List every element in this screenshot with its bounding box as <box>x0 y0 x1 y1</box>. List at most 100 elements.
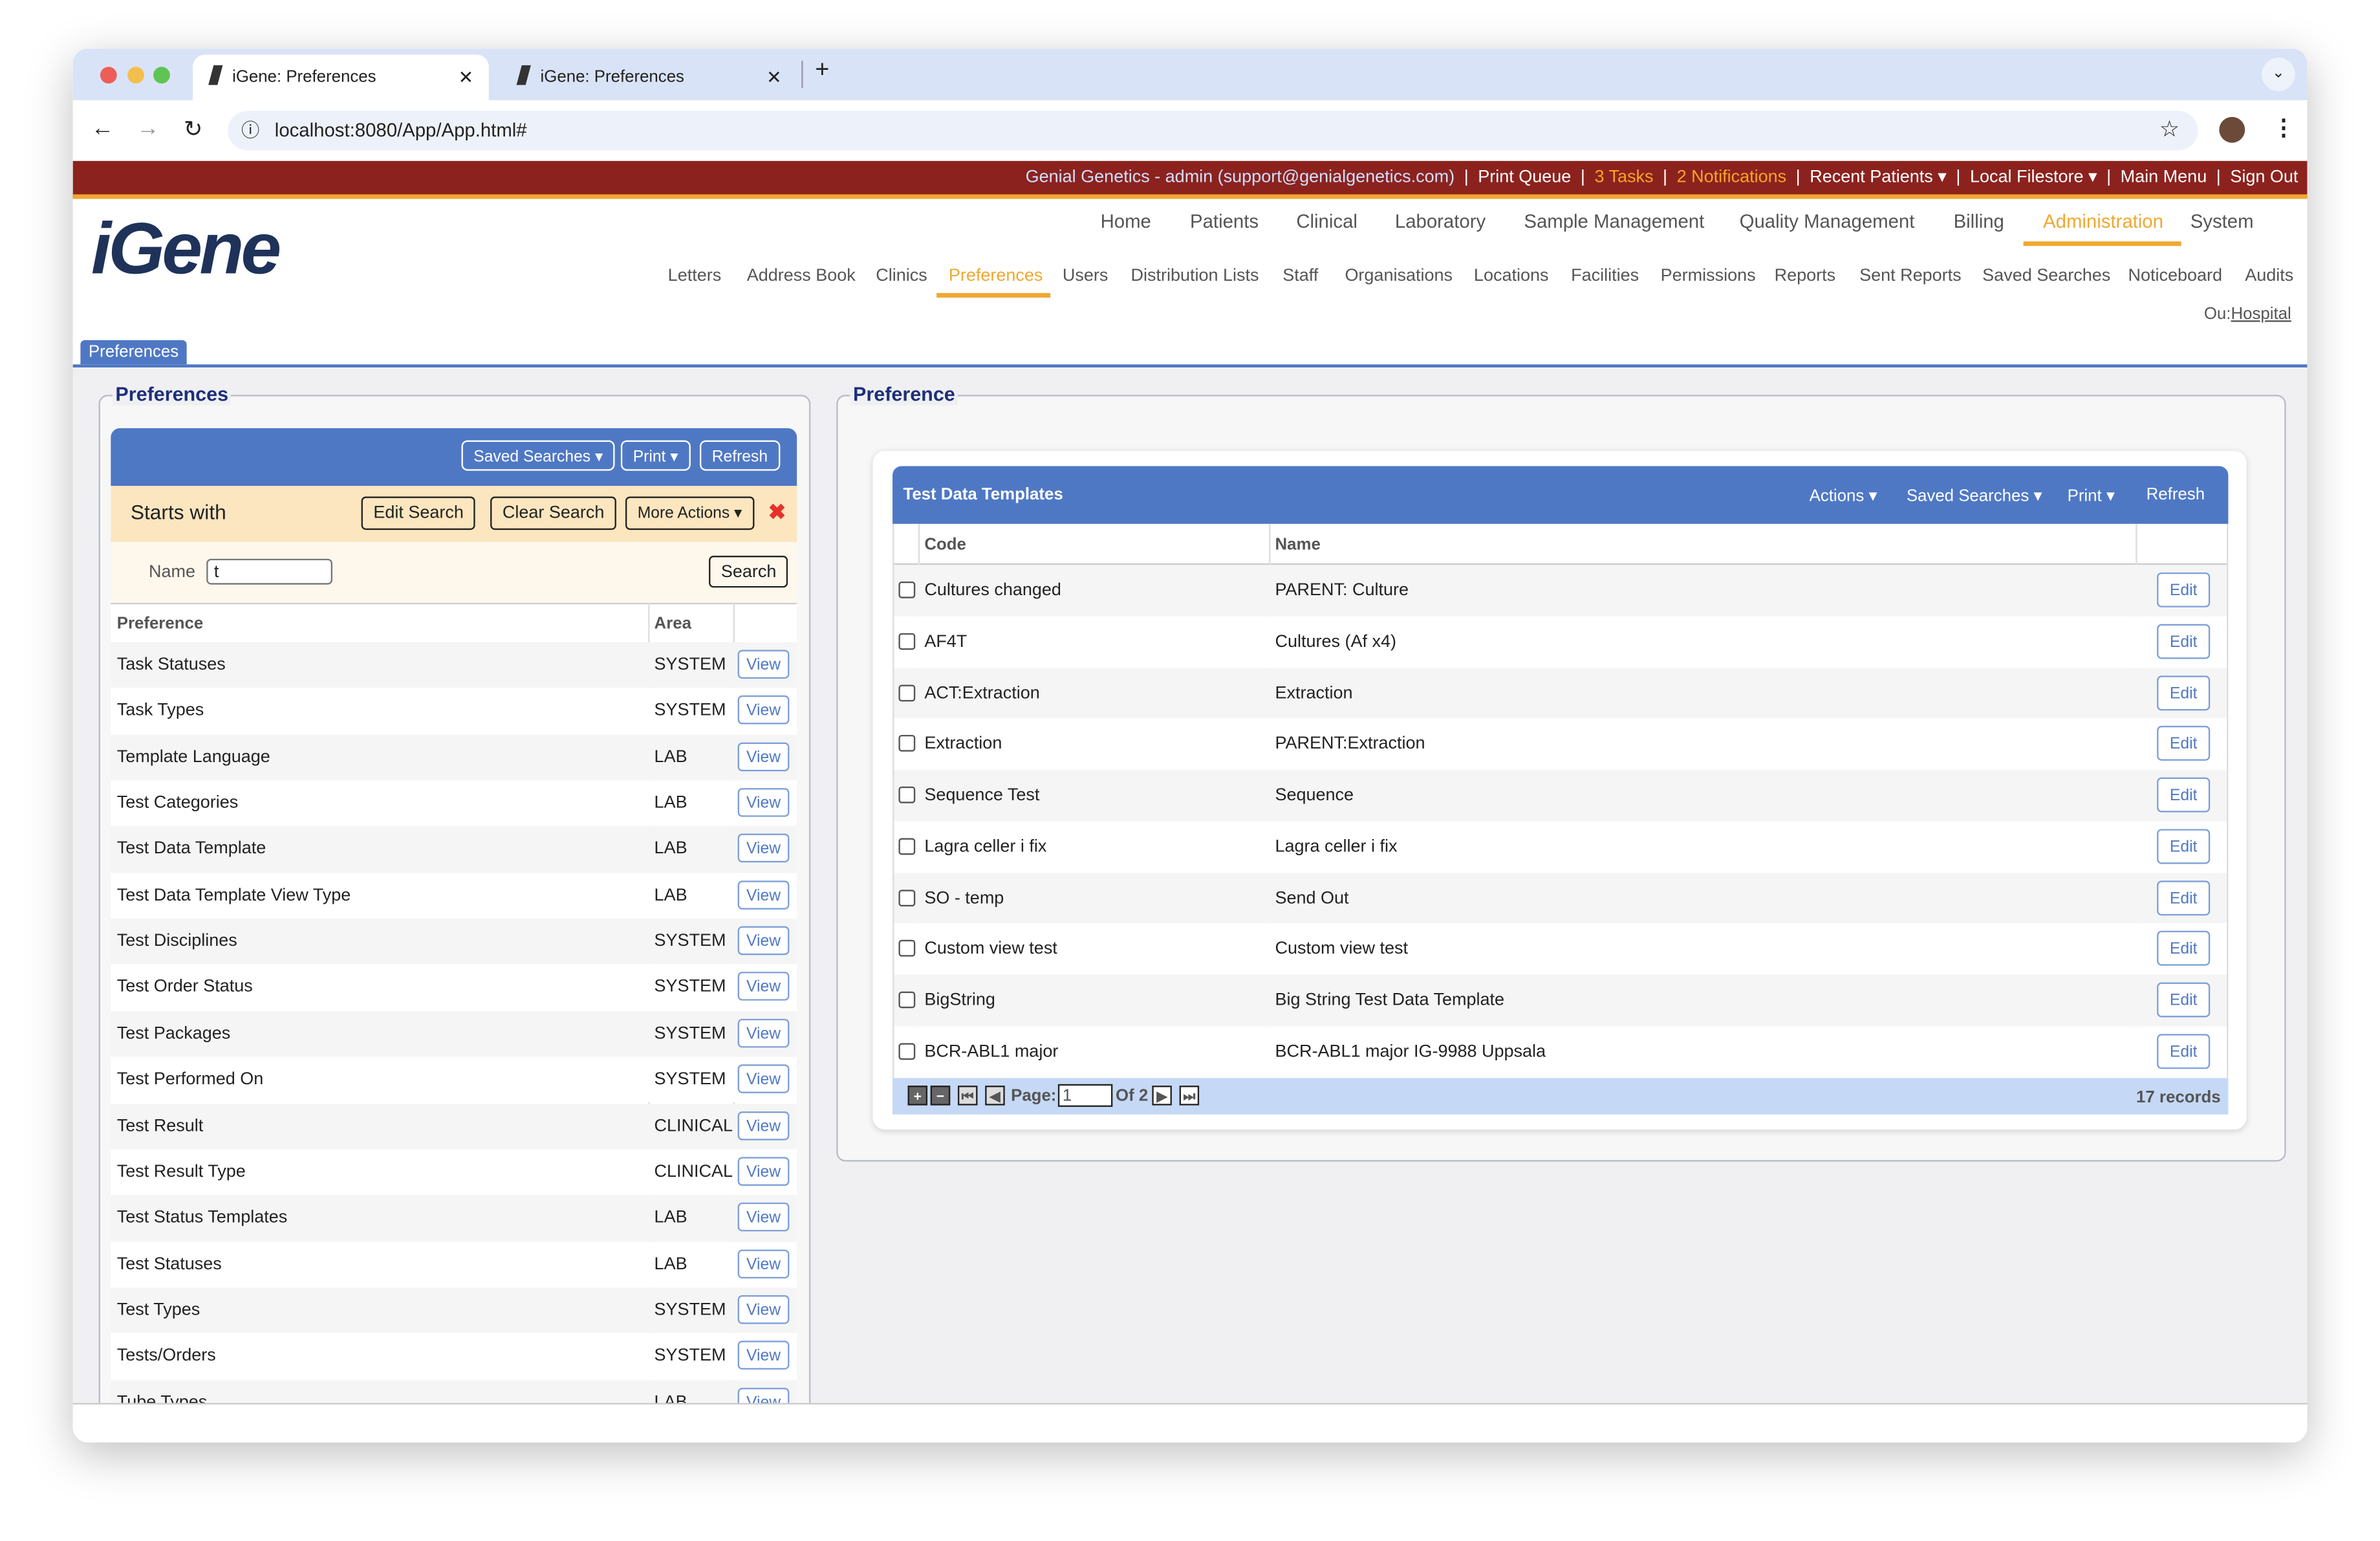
minimize-window-icon[interactable] <box>127 67 144 84</box>
reload-icon[interactable]: ↻ <box>184 115 203 143</box>
row-checkbox[interactable] <box>898 633 916 650</box>
table-row[interactable]: AF4T Cultures (Af x4) Edit <box>894 616 2227 668</box>
subnav-reports[interactable]: Reports <box>1775 267 1836 285</box>
url-bar[interactable]: ⓘ localhost:8080/App/App.html# ☆ <box>228 111 2198 151</box>
table-row[interactable]: Custom view test Custom view test Edit <box>894 923 2227 975</box>
search-button[interactable]: Search <box>709 556 789 588</box>
page-input[interactable]: 1 <box>1057 1084 1113 1107</box>
table-row[interactable]: Test Data Template View Type LAB View <box>111 872 797 919</box>
edit-button[interactable]: Edit <box>2157 726 2211 761</box>
table-row[interactable]: Sequence Test Sequence Edit <box>894 769 2227 822</box>
subnav-audits[interactable]: Audits <box>2245 267 2293 285</box>
recent-patients-menu[interactable]: Recent Patients ▾ <box>1810 169 1947 187</box>
view-button[interactable]: View <box>737 741 790 771</box>
last-page-icon[interactable]: ⏭ <box>1179 1086 1200 1106</box>
table-row[interactable]: Test Status Templates LAB View <box>111 1195 797 1241</box>
view-button[interactable]: View <box>737 1110 790 1140</box>
site-info-icon[interactable]: ⓘ <box>241 111 259 150</box>
back-icon[interactable]: ← <box>91 115 114 141</box>
view-button[interactable]: View <box>737 1157 790 1186</box>
refresh-button[interactable]: Refresh <box>699 440 780 471</box>
view-button[interactable]: View <box>737 1064 790 1094</box>
name-input[interactable]: t <box>206 558 332 585</box>
view-button[interactable]: View <box>737 695 790 725</box>
table-row[interactable]: Extraction PARENT:Extraction Edit <box>894 718 2227 770</box>
subnav-organisations[interactable]: Organisations <box>1345 267 1453 285</box>
page-tab-preferences[interactable]: Preferences <box>80 340 187 365</box>
nav-patients[interactable]: Patients <box>1190 211 1259 232</box>
local-filestore-menu[interactable]: Local Filestore ▾ <box>1970 169 2097 187</box>
table-row[interactable]: Template Language LAB View <box>111 734 797 781</box>
view-button[interactable]: View <box>737 1295 790 1324</box>
print-button[interactable]: Print ▾ <box>620 440 691 471</box>
subnav-letters[interactable]: Letters <box>668 267 722 285</box>
browser-tab-2[interactable]: iGene: Preferences ✕ <box>501 54 797 100</box>
subnav-address-book[interactable]: Address Book <box>747 267 856 285</box>
row-checkbox[interactable] <box>898 786 916 803</box>
maximize-window-icon[interactable] <box>153 67 170 84</box>
table-row[interactable]: BCR-ABL1 major BCR-ABL1 major IG-9988 Upp… <box>894 1025 2227 1078</box>
view-button[interactable]: View <box>737 650 790 679</box>
row-checkbox[interactable] <box>898 735 916 752</box>
table-row[interactable]: SO - temp Send Out Edit <box>894 872 2227 924</box>
browser-menu-icon[interactable]: ⋮ <box>2272 114 2295 141</box>
subnav-preferences[interactable]: Preferences <box>949 267 1043 285</box>
table-row[interactable]: Test Disciplines SYSTEM View <box>111 919 797 965</box>
row-checkbox[interactable] <box>898 889 916 906</box>
close-search-icon[interactable]: ✖ <box>768 499 786 525</box>
edit-button[interactable]: Edit <box>2157 572 2211 607</box>
subnav-clinics[interactable]: Clinics <box>876 267 927 285</box>
edit-button[interactable]: Edit <box>2157 880 2211 915</box>
clear-search-button[interactable]: Clear Search <box>490 496 617 530</box>
table-row[interactable]: BigString Big String Test Data Template Ed… <box>894 974 2227 1026</box>
edit-button[interactable]: Edit <box>2157 982 2211 1018</box>
table-row[interactable]: Test Categories LAB View <box>111 780 797 827</box>
subnav-sent-reports[interactable]: Sent Reports <box>1859 267 1962 285</box>
view-button[interactable]: View <box>737 972 790 1001</box>
column-area[interactable]: Area <box>654 615 691 633</box>
table-row[interactable]: Test Data Template LAB View <box>111 826 797 873</box>
ou-selector[interactable]: Ou:Hospital <box>2204 305 2291 323</box>
close-tab-icon[interactable]: ✕ <box>459 58 474 97</box>
edit-button[interactable]: Edit <box>2157 624 2211 659</box>
nav-home[interactable]: Home <box>1101 211 1151 232</box>
table-row[interactable]: Test Performed On SYSTEM View <box>111 1056 797 1104</box>
column-name[interactable]: Name <box>1275 536 1320 554</box>
tab-list-chevron-icon[interactable]: ⌄ <box>2262 58 2295 91</box>
table-row[interactable]: Test Types SYSTEM View <box>111 1287 797 1334</box>
view-button[interactable]: View <box>737 1249 790 1278</box>
saved-searches-button[interactable]: Saved Searches ▾ <box>461 440 616 471</box>
edit-button[interactable]: Edit <box>2157 931 2211 967</box>
subnav-users[interactable]: Users <box>1063 267 1108 285</box>
subnav-distribution-lists[interactable]: Distribution Lists <box>1131 267 1259 285</box>
view-button[interactable]: View <box>737 788 790 817</box>
table-row[interactable]: Lagra celler i fix Lagra celler i fix Edit <box>894 821 2227 873</box>
table-row[interactable]: Test Result CLINICAL View <box>111 1103 797 1150</box>
row-checkbox[interactable] <box>898 837 916 855</box>
nav-system[interactable]: System <box>2191 211 2254 232</box>
add-row-icon[interactable]: + <box>907 1086 928 1106</box>
profile-avatar[interactable] <box>2219 116 2245 143</box>
subnav-staff[interactable]: Staff <box>1282 267 1318 285</box>
subnav-noticeboard[interactable]: Noticeboard <box>2128 267 2222 285</box>
subnav-permissions[interactable]: Permissions <box>1661 267 1756 285</box>
close-window-icon[interactable] <box>100 67 117 84</box>
edit-button[interactable]: Edit <box>2157 1033 2211 1069</box>
edit-button[interactable]: Edit <box>2157 675 2211 710</box>
view-button[interactable]: View <box>737 926 790 956</box>
nav-administration[interactable]: Administration <box>2043 211 2163 232</box>
table-row[interactable]: ACT:Extraction Extraction Edit <box>894 667 2227 719</box>
prev-page-icon[interactable]: ◀ <box>985 1086 1005 1106</box>
browser-tab-1[interactable]: iGene: Preferences ✕ <box>193 54 489 100</box>
edit-button[interactable]: Edit <box>2157 777 2211 813</box>
sign-out-link[interactable]: Sign Out <box>2230 169 2298 187</box>
print-queue-link[interactable]: Print Queue <box>1478 169 1571 187</box>
nav-billing[interactable]: Billing <box>1954 211 2004 232</box>
subnav-facilities[interactable]: Facilities <box>1571 267 1639 285</box>
row-checkbox[interactable] <box>898 1042 916 1060</box>
table-row[interactable]: Task Statuses SYSTEM View <box>111 642 797 688</box>
view-button[interactable]: View <box>737 1203 790 1232</box>
refresh-link[interactable]: Refresh <box>2147 486 2205 504</box>
edit-button[interactable]: Edit <box>2157 828 2211 864</box>
subnav-saved-searches[interactable]: Saved Searches <box>1982 267 2110 285</box>
